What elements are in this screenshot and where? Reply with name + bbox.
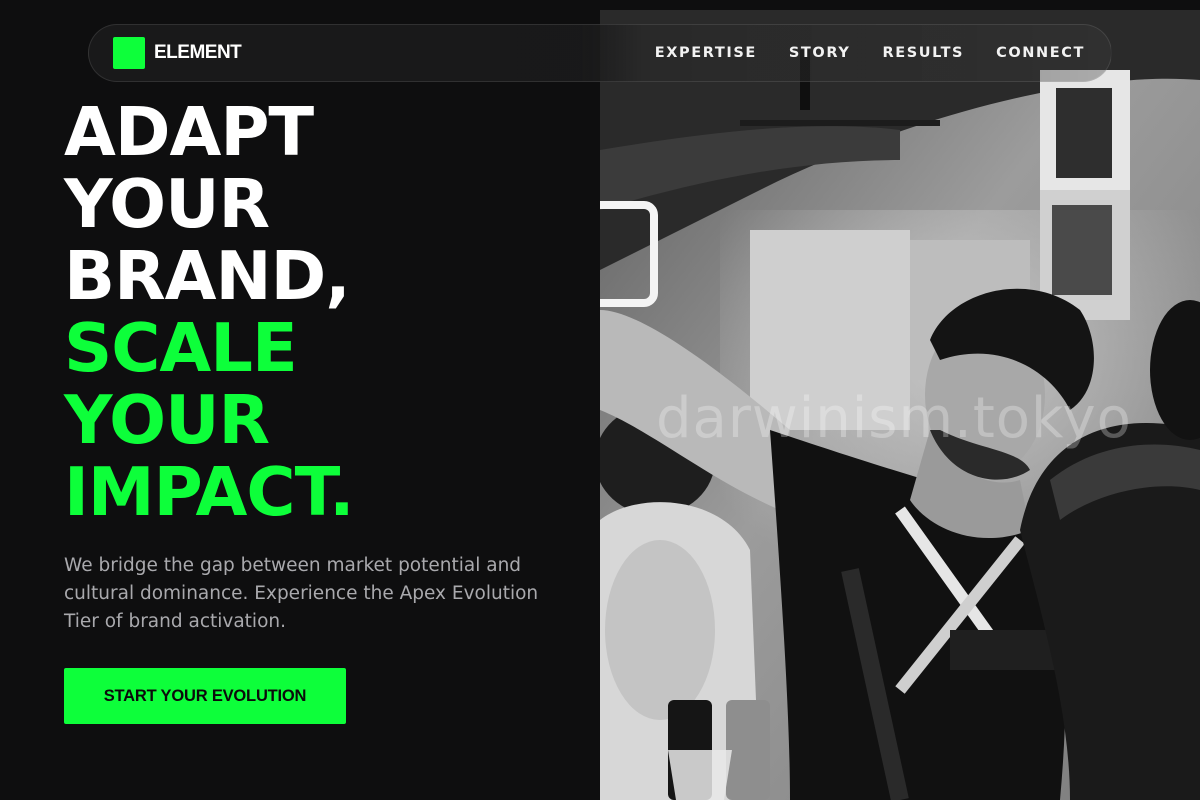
brand-square-icon	[113, 37, 145, 69]
top-nav: ELEMENT EXPERTISE STORY RESULTS CONNECT	[88, 24, 1112, 82]
hero-photo: darwinism.tokyo	[600, 10, 1200, 800]
hero-headline: ADAPT YOUR BRAND, SCALE YOUR IMPACT.	[64, 93, 355, 531]
start-evolution-button[interactable]: START YOUR EVOLUTION	[64, 668, 346, 724]
nav-links: EXPERTISE STORY RESULTS CONNECT	[655, 45, 1085, 61]
brand-name: ELEMENT	[154, 42, 242, 63]
headline-line-6: IMPACT.	[64, 453, 355, 531]
watermark-text: darwinism.tokyo	[656, 386, 1132, 451]
nav-link-connect[interactable]: CONNECT	[996, 45, 1085, 61]
brand-logo[interactable]: ELEMENT	[113, 37, 242, 69]
page: darwinism.tokyo ELEMENT EXPERTISE STORY …	[0, 0, 1200, 800]
nav-link-story[interactable]: STORY	[789, 45, 851, 61]
headline-line-2: YOUR	[64, 165, 270, 243]
headline-line-5: YOUR	[64, 381, 270, 459]
headline-line-3: BRAND,	[64, 237, 351, 315]
hero-description: We bridge the gap between market potenti…	[64, 555, 539, 632]
headline-line-1: ADAPT	[64, 93, 314, 171]
headline-line-4: SCALE	[64, 309, 298, 387]
nav-link-results[interactable]: RESULTS	[882, 45, 964, 61]
nav-link-expertise[interactable]: EXPERTISE	[655, 45, 757, 61]
